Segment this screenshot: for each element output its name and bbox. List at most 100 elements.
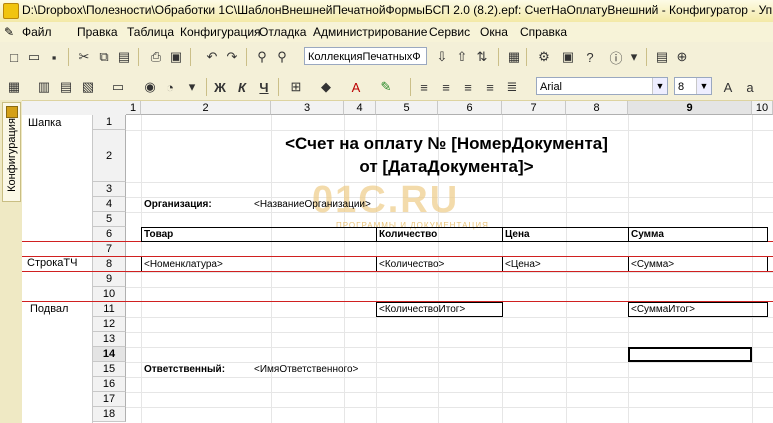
bold-button[interactable]: Ж [210, 77, 230, 97]
row-header[interactable]: 12 [93, 317, 126, 332]
document-title-line2[interactable]: от [ДатаДокумента]> [141, 157, 752, 177]
zoom-icon[interactable]: ⊕ [672, 47, 692, 67]
search-all-icon[interactable]: ⇅ [472, 47, 492, 67]
row-header[interactable]: 18 [93, 407, 126, 422]
spreadsheet[interactable]: 1 2 3 4 5 6 7 8 9 10 Шапка СтрокаТЧ Подв… [22, 101, 773, 423]
row-header-selected[interactable]: 14 [93, 347, 126, 362]
font-combo[interactable]: Arial ▼ [536, 77, 668, 95]
document-title-line1[interactable]: <Счет на оплату № [НомерДокумента] [141, 134, 752, 154]
row-header[interactable]: 2 [93, 130, 126, 182]
color-picker-icon[interactable]: ◉ [140, 77, 160, 97]
resp-label[interactable]: Ответственный: [144, 364, 225, 375]
font-dropdown-icon[interactable]: ▼ [652, 78, 667, 94]
help-icon[interactable]: ? [580, 47, 600, 67]
open-icon[interactable]: ▭ [24, 47, 44, 67]
col-header[interactable]: 2 [141, 101, 271, 115]
font-color-icon[interactable]: A [346, 77, 366, 97]
group-footer[interactable]: Подвал [22, 301, 92, 423]
align-justify-icon[interactable]: ≡ [480, 77, 500, 97]
collection-combo[interactable]: КоллекцияПечатныхФ [304, 47, 427, 65]
font-shrink-icon[interactable]: a [740, 77, 760, 97]
row-header[interactable]: 17 [93, 392, 126, 407]
print-icon[interactable]: ⎙ [146, 47, 166, 67]
col-header[interactable]: 10 [752, 101, 773, 115]
col-header-selected[interactable]: 9 [628, 101, 752, 115]
cells-icon[interactable]: ▤ [56, 77, 76, 97]
new-icon[interactable]: □ [4, 47, 24, 67]
col-header[interactable]: 5 [376, 101, 438, 115]
wizard-icon[interactable]: ⚙ [534, 47, 554, 67]
row-header[interactable]: 8 [93, 257, 126, 272]
undo-icon[interactable]: ↶ [202, 47, 222, 67]
syntax-assistant-icon[interactable]: ▦ [504, 47, 524, 67]
menu-help[interactable]: Справка [520, 25, 567, 39]
row-header[interactable]: 1 [93, 115, 126, 130]
menu-edit[interactable]: Правка [77, 25, 118, 39]
menu-debug[interactable]: Отладка [259, 25, 306, 39]
row-header[interactable]: 4 [93, 197, 126, 212]
row-header[interactable]: 16 [93, 377, 126, 392]
cell-qty[interactable]: <Количество> [379, 259, 444, 270]
size-dropdown-icon[interactable]: ▼ [696, 78, 711, 94]
align-center-icon[interactable]: ≡ [436, 77, 456, 97]
find-next-icon[interactable]: ⚲ [272, 47, 292, 67]
total-qty[interactable]: <КоличествоИтог> [379, 304, 465, 315]
col-price-header[interactable]: Цена [505, 229, 530, 240]
row-header[interactable]: 3 [93, 182, 126, 197]
resp-value[interactable]: <ИмяОтветственного> [254, 364, 358, 375]
group-row[interactable]: СтрокаТЧ [22, 256, 92, 271]
module-icon[interactable]: ▣ [558, 47, 578, 67]
menu-windows[interactable]: Окна [480, 25, 508, 39]
preview-icon[interactable]: ▣ [166, 47, 186, 67]
group-header[interactable]: Шапка [22, 115, 92, 227]
redo-icon[interactable]: ↷ [222, 47, 242, 67]
menu-file[interactable]: Файл [22, 25, 52, 39]
insert-icon[interactable]: ▭ [108, 77, 128, 97]
row-header[interactable]: 7 [93, 242, 126, 257]
col-header[interactable]: 4 [344, 101, 376, 115]
menu-administration[interactable]: Администрирование [313, 25, 427, 39]
row-header[interactable]: 15 [93, 362, 126, 377]
org-value[interactable]: <НазваниеОрганизации> [254, 199, 371, 210]
valign-icon[interactable]: ≣ [502, 77, 522, 97]
row-header[interactable]: 11 [93, 302, 126, 317]
font-grow-icon[interactable]: A [718, 77, 738, 97]
org-label[interactable]: Организация: [144, 199, 212, 210]
properties-icon[interactable]: ▾ [182, 77, 202, 97]
col-qty-header[interactable]: Количество [379, 229, 437, 240]
selected-cell[interactable] [628, 347, 752, 362]
col-sum-header[interactable]: Сумма [631, 229, 664, 240]
paste-icon[interactable]: ▤ [114, 47, 134, 67]
col-header[interactable]: 3 [271, 101, 344, 115]
cell-goods[interactable]: <Номенклатура> [144, 259, 223, 270]
info-dropdown-icon[interactable]: ▾ [624, 47, 644, 67]
size-combo[interactable]: 8 ▼ [674, 77, 712, 95]
highlight-icon[interactable]: ✎ [376, 77, 396, 97]
search-next-icon[interactable]: ⇩ [432, 47, 452, 67]
row-header[interactable]: 6 [93, 227, 126, 242]
col-header[interactable]: 8 [566, 101, 628, 115]
col-goods-header[interactable]: Товар [144, 229, 173, 240]
align-left-icon[interactable]: ≡ [414, 77, 434, 97]
borders-icon[interactable]: ⊞ [286, 77, 306, 97]
sheet-properties-icon[interactable]: ▥ [34, 77, 54, 97]
total-sum[interactable]: <СуммаИтог> [631, 304, 695, 315]
cell-sum[interactable]: <Сумма> [631, 259, 674, 270]
fill-color-icon[interactable]: ◆ [316, 77, 336, 97]
col-header[interactable]: 1 [126, 101, 141, 115]
menu-service[interactable]: Сервис [429, 25, 470, 39]
underline-button[interactable]: Ч [254, 77, 274, 97]
save-icon[interactable]: ▪ [44, 47, 64, 67]
color-picker-dropdown-icon[interactable]: ◔ [160, 77, 180, 97]
align-right-icon[interactable]: ≡ [458, 77, 478, 97]
menu-table[interactable]: Таблица [127, 25, 174, 39]
cell-price[interactable]: <Цена> [505, 259, 541, 270]
row-header[interactable]: 9 [93, 272, 126, 287]
sheet-icon[interactable]: ▤ [652, 47, 672, 67]
row-header[interactable]: 10 [93, 287, 126, 302]
italic-button[interactable]: К [232, 77, 252, 97]
cut-icon[interactable]: ✂ [74, 47, 94, 67]
configuration-tab[interactable]: Конфигурация [2, 102, 21, 202]
search-prev-icon[interactable]: ⇧ [452, 47, 472, 67]
table-icon[interactable]: ▦ [4, 77, 24, 97]
